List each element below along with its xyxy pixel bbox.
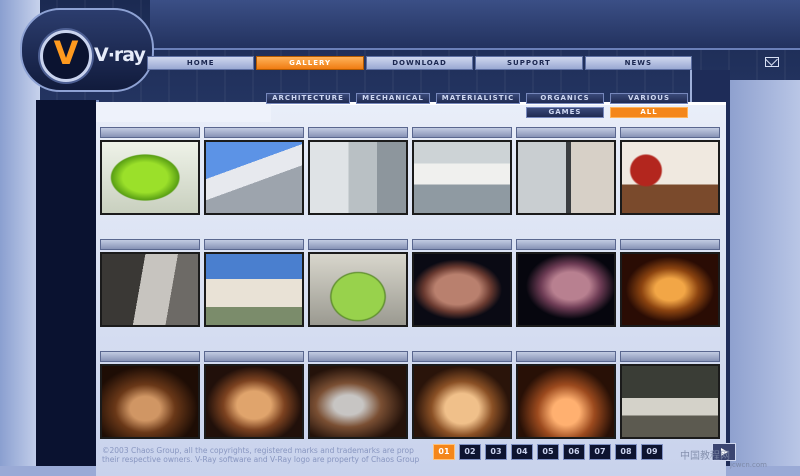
page-button-09[interactable]: 09 bbox=[641, 444, 663, 460]
category-organics[interactable]: ORGANICS bbox=[526, 93, 604, 104]
gallery-item bbox=[412, 351, 512, 439]
pagination: 01 02 03 04 05 06 07 08 09 bbox=[433, 444, 663, 460]
thumb-tab bbox=[620, 239, 720, 250]
thumbnail-golden-creature[interactable] bbox=[620, 252, 720, 327]
thumb-tab bbox=[308, 127, 408, 138]
category-games[interactable]: GAMES bbox=[526, 107, 604, 118]
page: V V·ray HOME GALLERY DOWNLOAD SUPPORT NE… bbox=[0, 0, 800, 476]
page-button-07[interactable]: 07 bbox=[589, 444, 611, 460]
gallery-item bbox=[516, 127, 616, 215]
gallery-item bbox=[516, 351, 616, 439]
nav-gallery[interactable]: GALLERY bbox=[256, 56, 364, 70]
thumb-tab bbox=[412, 351, 512, 362]
thumbnail-creature[interactable] bbox=[412, 252, 512, 327]
thumbnail-living-room[interactable] bbox=[620, 140, 720, 215]
gallery-item bbox=[204, 239, 304, 327]
thumb-tab bbox=[308, 239, 408, 250]
category-various[interactable]: VARIOUS bbox=[610, 93, 688, 104]
page-button-06[interactable]: 06 bbox=[563, 444, 585, 460]
gallery-item bbox=[620, 239, 720, 327]
gallery-item bbox=[412, 239, 512, 327]
thumbnail-glass-bowl[interactable] bbox=[100, 364, 200, 439]
logo-circle: V bbox=[40, 30, 92, 82]
thumb-tab bbox=[204, 351, 304, 362]
gallery-item bbox=[620, 351, 720, 439]
thumb-tab bbox=[100, 351, 200, 362]
thumb-tab bbox=[516, 351, 616, 362]
nav-support[interactable]: SUPPORT bbox=[475, 56, 583, 70]
thumbnail-kitchen[interactable] bbox=[308, 140, 408, 215]
page-button-05[interactable]: 05 bbox=[537, 444, 559, 460]
thumbnail-creature-2[interactable] bbox=[516, 252, 616, 327]
gallery-item bbox=[516, 239, 616, 327]
thumbnail-glass-bottle[interactable] bbox=[516, 364, 616, 439]
mail-icon[interactable] bbox=[765, 57, 779, 67]
gallery-item bbox=[100, 127, 200, 215]
thumb-tab bbox=[412, 127, 512, 138]
thumbnail-green-device[interactable] bbox=[100, 140, 200, 215]
thumbnail-glass-tumbler[interactable] bbox=[412, 364, 512, 439]
thumbnail-staircase[interactable] bbox=[100, 252, 200, 327]
nav-download[interactable]: DOWNLOAD bbox=[365, 56, 474, 70]
watermark: 中国教程网 bbox=[680, 451, 730, 462]
thumb-tab bbox=[620, 351, 720, 362]
page-button-03[interactable]: 03 bbox=[485, 444, 507, 460]
logo-v-icon: V bbox=[53, 34, 79, 72]
thumb-tab bbox=[204, 239, 304, 250]
gallery-item bbox=[412, 127, 512, 215]
thumb-tab bbox=[204, 127, 304, 138]
category-all[interactable]: ALL bbox=[610, 107, 688, 118]
nav-home[interactable]: HOME bbox=[147, 56, 255, 70]
thumbnail-architecture[interactable] bbox=[204, 140, 304, 215]
gallery-item bbox=[308, 239, 408, 327]
thumb-tab bbox=[100, 127, 200, 138]
thumbnail-building[interactable] bbox=[204, 252, 304, 327]
gallery-item bbox=[308, 351, 408, 439]
copyright-line-2: their respective owners. V-Ray software … bbox=[102, 455, 420, 464]
page-button-02[interactable]: 02 bbox=[459, 444, 481, 460]
category-filter: ARCHITECTURE MECHANICAL MATERIALISTIC OR… bbox=[260, 93, 700, 123]
thumb-tab bbox=[412, 239, 512, 250]
thumbnail-kitchen-2[interactable] bbox=[412, 140, 512, 215]
category-materialistic[interactable]: MATERIALISTIC bbox=[436, 93, 520, 104]
thumbnail-glass-straw[interactable] bbox=[308, 364, 408, 439]
thumbnail-glass-bowl-2[interactable] bbox=[204, 364, 304, 439]
page-button-08[interactable]: 08 bbox=[615, 444, 637, 460]
main-nav: HOME GALLERY DOWNLOAD SUPPORT NEWS bbox=[147, 55, 693, 70]
nav-news[interactable]: NEWS bbox=[584, 56, 693, 70]
copyright-line-1: ©2003 Chaos Group, all the copyrights, r… bbox=[102, 446, 414, 455]
thumb-tab bbox=[100, 239, 200, 250]
gallery-item bbox=[308, 127, 408, 215]
thumb-tab bbox=[308, 351, 408, 362]
gallery-item bbox=[100, 239, 200, 327]
thumbnail-car[interactable] bbox=[308, 252, 408, 327]
gallery-item bbox=[204, 127, 304, 215]
thumb-tab bbox=[516, 127, 616, 138]
right-frame bbox=[730, 80, 800, 476]
thumbnail-lounge[interactable] bbox=[620, 364, 720, 439]
vray-logo[interactable]: V V·ray bbox=[20, 8, 154, 92]
gallery-item bbox=[204, 351, 304, 439]
page-button-04[interactable]: 04 bbox=[511, 444, 533, 460]
gallery-item bbox=[620, 127, 720, 215]
category-architecture[interactable]: ARCHITECTURE bbox=[266, 93, 350, 104]
watermark-url: jcwcn.com bbox=[730, 461, 767, 469]
thumbnail-bathroom[interactable] bbox=[516, 140, 616, 215]
page-button-01[interactable]: 01 bbox=[433, 444, 455, 460]
thumb-tab bbox=[620, 127, 720, 138]
header-band bbox=[150, 0, 800, 50]
panel-notch bbox=[96, 102, 271, 122]
gallery-item bbox=[100, 351, 200, 439]
copyright-notice: ©2003 Chaos Group, all the copyrights, r… bbox=[102, 446, 442, 464]
logo-text: V·ray bbox=[94, 44, 146, 66]
thumb-tab bbox=[516, 239, 616, 250]
category-mechanical[interactable]: MECHANICAL bbox=[356, 93, 430, 104]
left-frame-inner bbox=[36, 100, 99, 476]
